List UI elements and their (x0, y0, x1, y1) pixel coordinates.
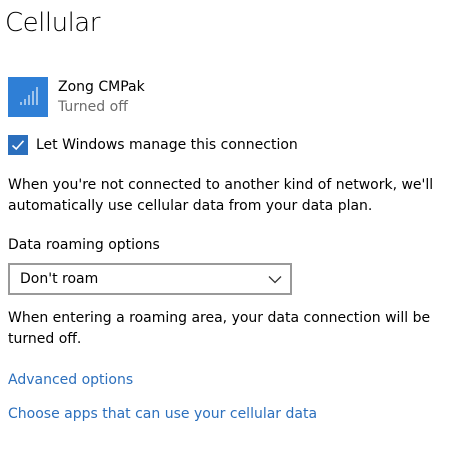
chevron-down-icon (268, 275, 282, 284)
manage-connection-checkbox-row[interactable]: Let Windows manage this connection (8, 135, 298, 155)
advanced-options-link[interactable]: Advanced options (8, 372, 133, 388)
data-roaming-selected-value: Don't roam (20, 271, 99, 287)
data-roaming-note: When entering a roaming area, your data … (8, 310, 431, 347)
network-name: Zong CMPak (58, 79, 145, 95)
page-title: Cellular (5, 8, 100, 38)
checkmark-icon (11, 140, 25, 151)
cellular-signal-icon (20, 87, 38, 105)
choose-apps-link[interactable]: Choose apps that can use your cellular d… (8, 406, 317, 422)
data-roaming-label: Data roaming options (8, 237, 160, 253)
data-roaming-dropdown[interactable]: Don't roam (8, 263, 292, 295)
manage-connection-checkbox[interactable] (8, 135, 28, 155)
network-tile[interactable] (8, 77, 48, 117)
manage-connection-label: Let Windows manage this connection (36, 137, 298, 153)
network-status: Turned off (58, 99, 128, 115)
cellular-description: When you're not connected to another kin… (8, 177, 434, 214)
